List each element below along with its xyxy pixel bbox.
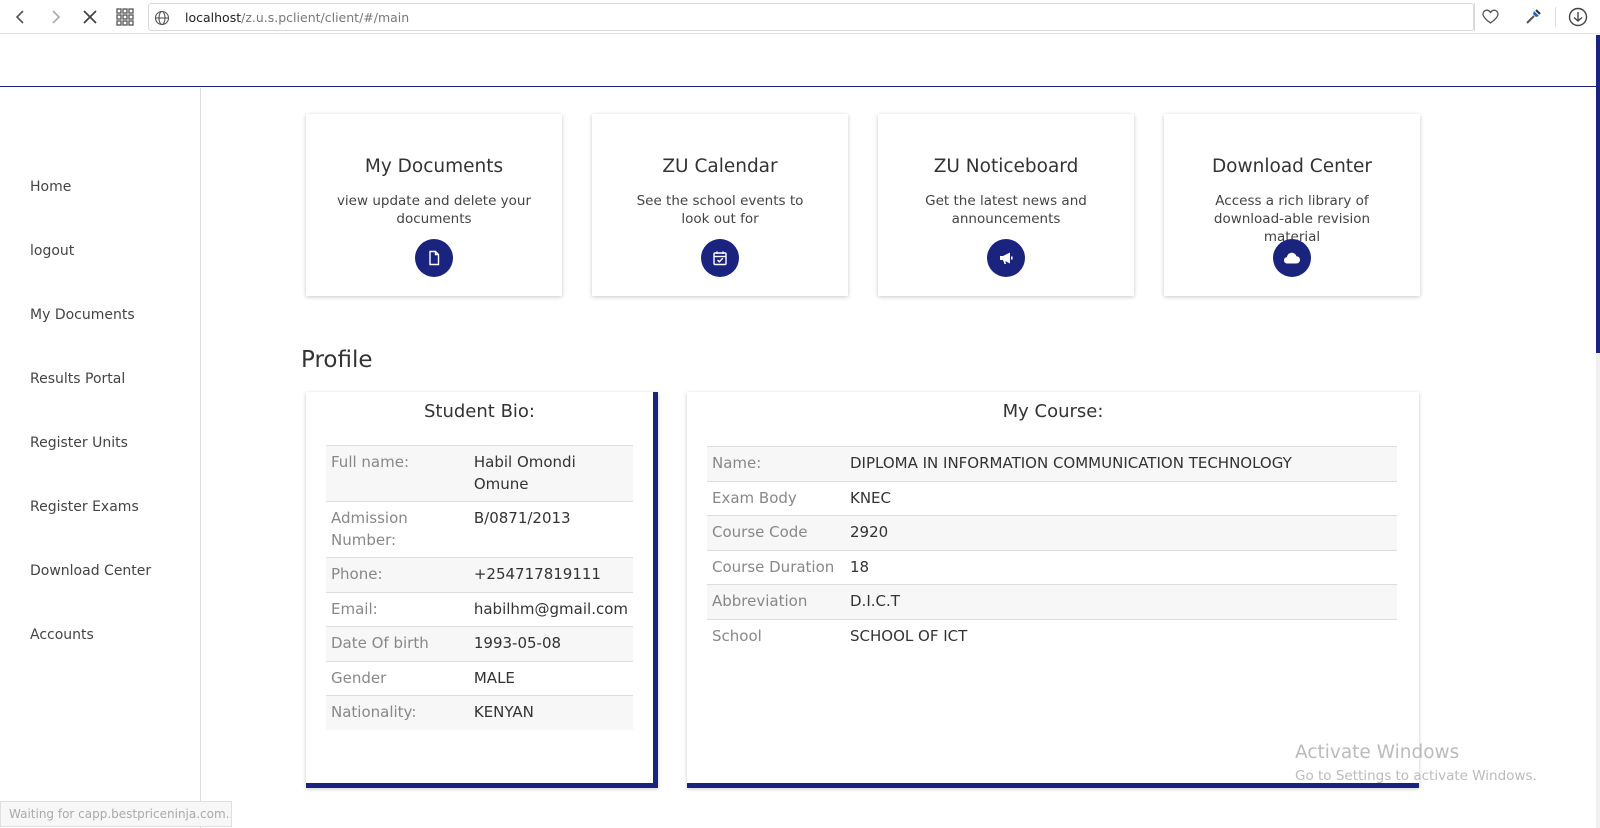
- table-row: Email: habilhm@gmail.com: [326, 592, 633, 627]
- download-icon[interactable]: [1566, 5, 1590, 29]
- table-row: Name: DIPLOMA IN INFORMATION COMMUNICATIO…: [707, 446, 1397, 481]
- bullhorn-icon[interactable]: [987, 239, 1025, 277]
- card-my-documents[interactable]: My Documents view update and delete your…: [306, 114, 562, 296]
- row-value: KENYAN: [473, 703, 534, 721]
- table-row: Date Of birth 1993-05-08: [326, 626, 633, 661]
- table-row: Nationality: KENYAN: [326, 695, 633, 730]
- panel-title: My Course:: [1002, 401, 1104, 422]
- url-text: localhost/z.u.s.pclient/client/#/main: [185, 10, 409, 25]
- divider: [1555, 7, 1556, 27]
- row-label: Course Duration: [712, 557, 835, 576]
- card-description: view update and delete your documents: [336, 193, 532, 227]
- sidebar-item-register-units[interactable]: Register Units: [30, 435, 128, 451]
- calendar-check-icon[interactable]: [701, 239, 739, 277]
- row-label: Date Of birth: [331, 634, 429, 652]
- row-value: MALE: [473, 668, 515, 687]
- bio-table: Full name: Habil Omondi Omune Admission N…: [326, 445, 633, 730]
- eyedropper-icon[interactable]: [1521, 5, 1545, 29]
- row-value: 18: [850, 557, 870, 576]
- my-course-panel: My Course: Name: DIPLOMA IN INFORMATION C…: [687, 392, 1419, 788]
- row-value: KNEC: [850, 488, 892, 507]
- card-download-center[interactable]: Download Center Access a rich library of…: [1164, 114, 1420, 296]
- row-label: Gender: [331, 668, 387, 687]
- card-zu-noticeboard[interactable]: ZU Noticeboard Get the latest news and a…: [878, 114, 1134, 296]
- windows-watermark-subtitle: Go to Settings to activate Windows.: [1295, 768, 1537, 784]
- row-label: Name:: [712, 454, 762, 472]
- card-zu-calendar[interactable]: ZU Calendar See the school events to loo…: [592, 114, 848, 296]
- table-row: Course Duration 18: [707, 550, 1397, 585]
- table-row: Exam Body KNEC: [707, 481, 1397, 516]
- back-icon[interactable]: [8, 5, 32, 29]
- row-value: +254717819111: [473, 565, 601, 583]
- table-row: Admission Number: B/0871/2013: [326, 501, 633, 558]
- table-row: Phone: +254717819111: [326, 557, 633, 592]
- sidebar-item-home[interactable]: Home: [30, 179, 71, 195]
- row-value: 1993-05-08: [473, 634, 562, 652]
- table-row: Course Code 2920: [707, 515, 1397, 550]
- sidebar-item-logout[interactable]: logout: [30, 243, 74, 259]
- row-label: Abbreviation: [712, 592, 808, 610]
- forward-icon[interactable]: [44, 5, 68, 29]
- divider: [1474, 3, 1475, 31]
- student-bio-panel: Student Bio: Full name: Habil Omondi Omun…: [306, 392, 658, 788]
- panel-title: Student Bio:: [423, 401, 535, 422]
- row-label: Phone:: [331, 565, 383, 583]
- card-title: ZU Noticeboard: [933, 156, 1079, 177]
- row-value: 2920: [850, 523, 889, 541]
- row-value: habilhm@gmail.com: [473, 599, 628, 618]
- scrollbar-thumb[interactable]: [1596, 35, 1600, 353]
- table-row: Gender MALE: [326, 661, 633, 696]
- card-title: My Documents: [364, 156, 504, 177]
- windows-watermark-title: Activate Windows: [1295, 742, 1460, 763]
- table-row: Abbreviation D.I.C.T: [707, 584, 1397, 619]
- course-table: Name: DIPLOMA IN INFORMATION COMMUNICATIO…: [707, 446, 1397, 653]
- file-icon[interactable]: [415, 239, 453, 277]
- row-label: Email:: [331, 599, 378, 618]
- row-value: B/0871/2013: [473, 509, 571, 527]
- row-label: Admission Number:: [331, 509, 408, 549]
- sidebar-item-register-exams[interactable]: Register Exams: [30, 499, 139, 515]
- profile-heading: Profile: [301, 347, 373, 373]
- row-label: Nationality:: [331, 703, 417, 721]
- row-label: Course Code: [712, 523, 808, 541]
- status-bar: Waiting for capp.bestpriceninja.com...: [0, 801, 232, 827]
- row-value: SCHOOL OF ICT: [850, 626, 968, 645]
- row-value: D.I.C.T: [850, 592, 900, 610]
- table-row: Full name: Habil Omondi Omune: [326, 445, 633, 502]
- app-header: [0, 35, 1596, 87]
- stop-loading-icon[interactable]: [78, 5, 102, 29]
- row-label: School: [712, 626, 762, 645]
- table-row: School SCHOOL OF ICT: [707, 619, 1397, 653]
- card-description: See the school events to look out for: [636, 193, 804, 227]
- sidebar-item-download-center[interactable]: Download Center: [30, 563, 151, 579]
- address-bar[interactable]: localhost/z.u.s.pclient/client/#/main: [148, 3, 1474, 31]
- card-title: ZU Calendar: [662, 156, 778, 177]
- browser-toolbar: localhost/z.u.s.pclient/client/#/main: [0, 0, 1600, 34]
- row-label: Exam Body: [712, 488, 797, 507]
- sidebar-item-my-documents[interactable]: My Documents: [30, 307, 135, 323]
- apps-grid-icon[interactable]: [113, 5, 137, 29]
- row-value: DIPLOMA IN INFORMATION COMMUNICATION TEC…: [850, 454, 1292, 472]
- url-host: localhost: [185, 10, 242, 25]
- card-description: Access a rich library of download-able r…: [1213, 193, 1371, 245]
- heart-icon[interactable]: [1478, 5, 1502, 29]
- sidebar-item-accounts[interactable]: Accounts: [30, 627, 94, 643]
- row-label: Full name:: [331, 453, 410, 471]
- row-value: Habil Omondi Omune: [473, 453, 576, 493]
- url-path: /z.u.s.pclient/client/#/main: [241, 10, 410, 25]
- globe-icon: [154, 10, 170, 26]
- sidebar-item-results-portal[interactable]: Results Portal: [30, 371, 125, 387]
- sidebar: Home logout My Documents Results Portal …: [0, 88, 201, 828]
- card-title: Download Center: [1211, 156, 1373, 177]
- cloud-icon[interactable]: [1273, 239, 1311, 277]
- card-description: Get the latest news and announcements: [925, 193, 1087, 227]
